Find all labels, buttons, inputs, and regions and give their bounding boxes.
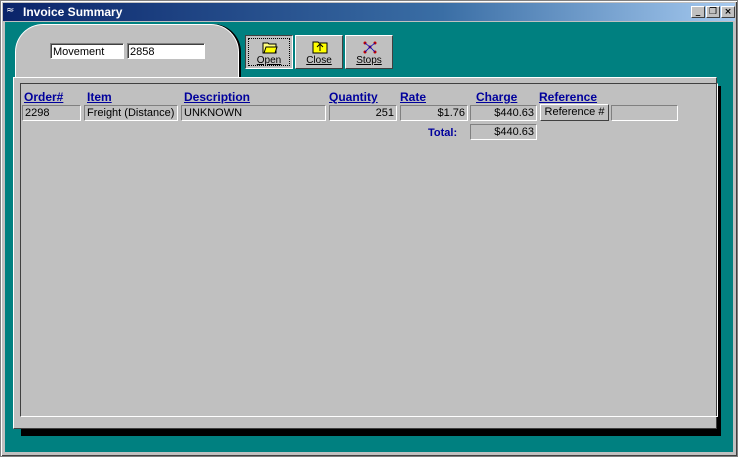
close-folder-icon (312, 41, 328, 54)
reference-value-cell[interactable] (611, 105, 678, 121)
close-window-button[interactable]: × (721, 6, 735, 18)
column-header-reference[interactable]: Reference (539, 90, 597, 104)
open-folder-icon (262, 42, 278, 54)
column-header-rate[interactable]: Rate (400, 90, 426, 104)
total-charge-cell: $440.63 (470, 124, 537, 140)
column-header-charge[interactable]: Charge (476, 90, 517, 104)
item-cell[interactable]: Freight (Distance) (84, 105, 178, 121)
close-label: Close (306, 55, 332, 66)
stops-button[interactable]: Stops (345, 35, 393, 69)
reference-button[interactable]: Reference # (540, 104, 609, 121)
charge-cell[interactable]: $440.63 (470, 105, 537, 121)
window-title: Invoice Summary (23, 5, 123, 19)
restore-button[interactable]: ❐ (706, 6, 720, 18)
description-cell[interactable]: UNKNOWN (181, 105, 326, 121)
movement-tab: Movement 2858 (15, 24, 239, 81)
column-header-order[interactable]: Order# (24, 90, 63, 104)
movement-number-field[interactable]: 2858 (127, 43, 205, 59)
total-label: Total: (428, 127, 458, 139)
minimize-button[interactable]: _ (691, 6, 705, 18)
column-header-description[interactable]: Description (184, 90, 250, 104)
stops-icon (363, 41, 377, 54)
invoice-summary-window: ≈ Invoice Summary _ ❐ × Movement 2858 Op… (0, 0, 738, 457)
open-label: Open (256, 55, 282, 66)
movement-label-field[interactable]: Movement (50, 43, 124, 59)
title-bar[interactable]: ≈ Invoice Summary _ ❐ × (3, 3, 735, 21)
window-client-area: Movement 2858 Open Close Stops Order# It… (5, 22, 733, 452)
column-header-item[interactable]: Item (87, 90, 112, 104)
stops-label: Stops (356, 55, 382, 66)
invoice-panel: Order# Item Description Quantity Rate Ch… (13, 77, 718, 429)
order-cell[interactable]: 2298 (22, 105, 81, 121)
rate-cell[interactable]: $1.76 (400, 105, 468, 121)
close-button[interactable]: Close (295, 35, 343, 69)
open-button[interactable]: Open (245, 35, 293, 69)
app-icon[interactable]: ≈ (6, 5, 20, 19)
quantity-cell[interactable]: 251 (329, 105, 397, 121)
invoice-grid: Order# Item Description Quantity Rate Ch… (20, 83, 718, 417)
column-header-quantity[interactable]: Quantity (329, 90, 378, 104)
